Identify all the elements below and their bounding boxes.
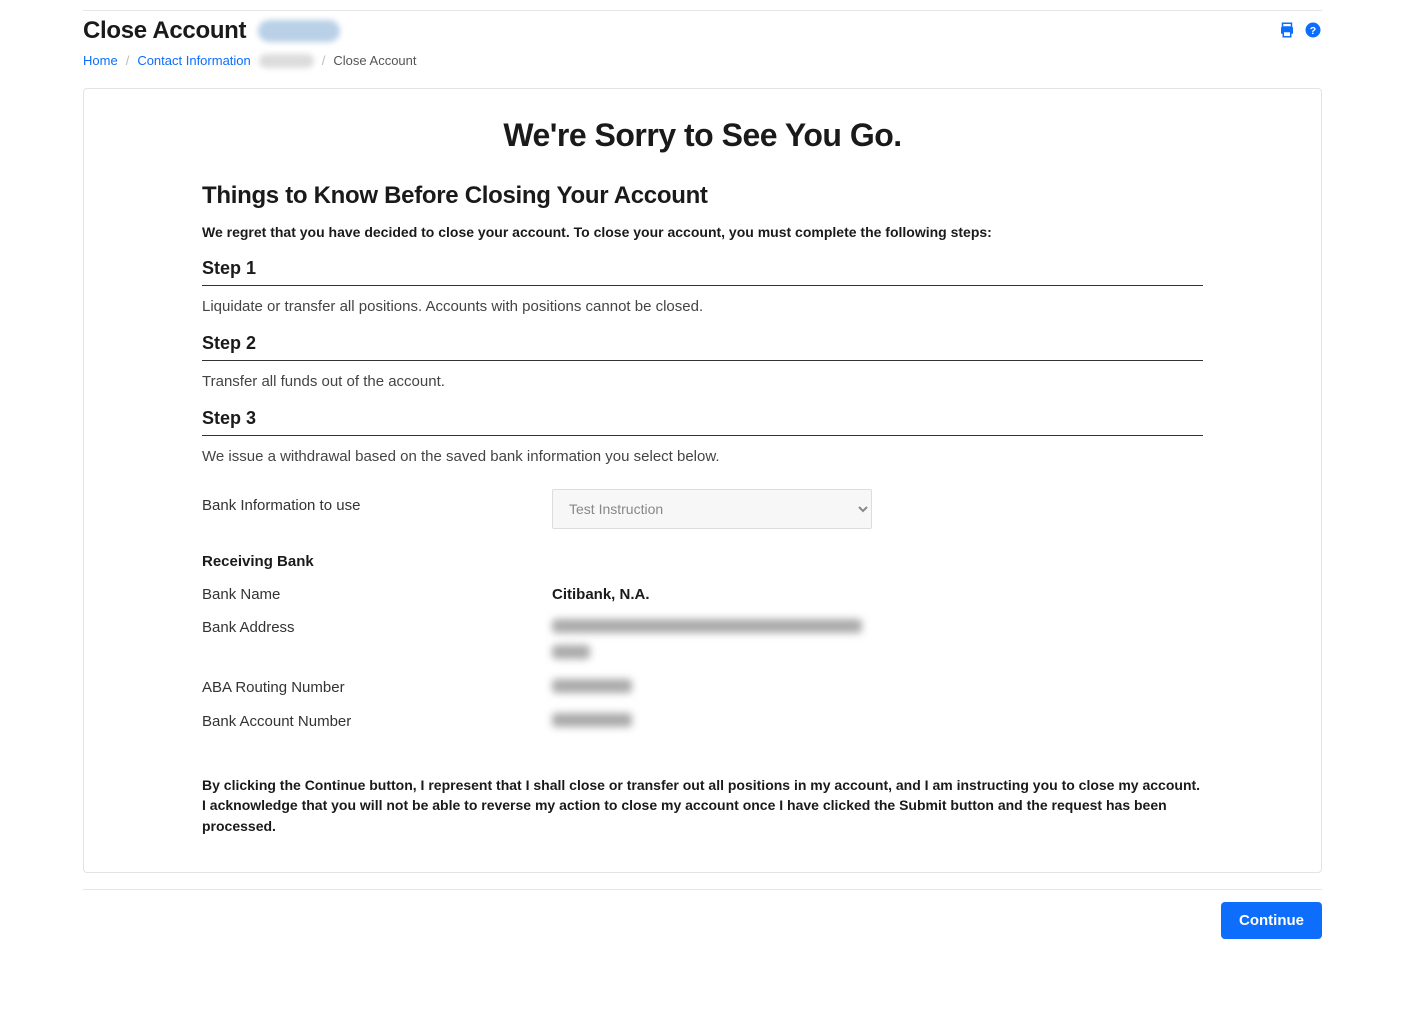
account-id-redacted bbox=[258, 20, 340, 42]
bank-info-label: Bank Information to use bbox=[202, 489, 552, 514]
page-header: Close Account ? bbox=[83, 10, 1322, 53]
step-3-title: Step 3 bbox=[202, 408, 1203, 436]
step-1-title: Step 1 bbox=[202, 258, 1203, 286]
content-card: We're Sorry to See You Go. Things to Kno… bbox=[83, 88, 1322, 873]
breadcrumb-sep: / bbox=[126, 53, 130, 68]
aba-routing-label: ABA Routing Number bbox=[202, 679, 552, 696]
step-1-body: Liquidate or transfer all positions. Acc… bbox=[202, 298, 1203, 315]
breadcrumb-current: Close Account bbox=[333, 53, 416, 68]
step-3-body: We issue a withdrawal based on the saved… bbox=[202, 448, 1203, 465]
intro-text: We regret that you have decided to close… bbox=[202, 224, 1203, 258]
step-2-body: Transfer all funds out of the account. bbox=[202, 373, 1203, 390]
aba-routing-value-redacted bbox=[552, 679, 1203, 697]
print-icon[interactable] bbox=[1278, 21, 1296, 42]
bank-account-number-value-redacted bbox=[552, 713, 1203, 731]
svg-text:?: ? bbox=[1310, 24, 1316, 36]
continue-button[interactable]: Continue bbox=[1221, 902, 1322, 939]
breadcrumb-sep: / bbox=[322, 53, 326, 68]
step-2-title: Step 2 bbox=[202, 333, 1203, 361]
bank-address-value-redacted bbox=[552, 619, 1203, 663]
bank-name-label: Bank Name bbox=[202, 586, 552, 603]
footer-bar: Continue bbox=[83, 889, 1322, 939]
breadcrumb-account-redacted bbox=[259, 54, 314, 68]
breadcrumb-home[interactable]: Home bbox=[83, 53, 118, 68]
hero-heading: We're Sorry to See You Go. bbox=[202, 107, 1203, 182]
bank-name-value: Citibank, N.A. bbox=[552, 586, 1203, 603]
breadcrumb: Home / Contact Information / Close Accou… bbox=[83, 53, 1322, 88]
help-icon[interactable]: ? bbox=[1304, 21, 1322, 42]
bank-instruction-select[interactable]: Test Instruction bbox=[552, 489, 872, 529]
bank-address-label: Bank Address bbox=[202, 619, 552, 636]
receiving-bank-label: Receiving Bank bbox=[202, 553, 1203, 570]
bank-account-number-label: Bank Account Number bbox=[202, 713, 552, 730]
sub-heading: Things to Know Before Closing Your Accou… bbox=[202, 182, 1203, 224]
close-account-disclaimer: By clicking the Continue button, I repre… bbox=[202, 775, 1203, 836]
breadcrumb-contact[interactable]: Contact Information bbox=[137, 53, 250, 68]
page-title: Close Account bbox=[83, 17, 246, 45]
